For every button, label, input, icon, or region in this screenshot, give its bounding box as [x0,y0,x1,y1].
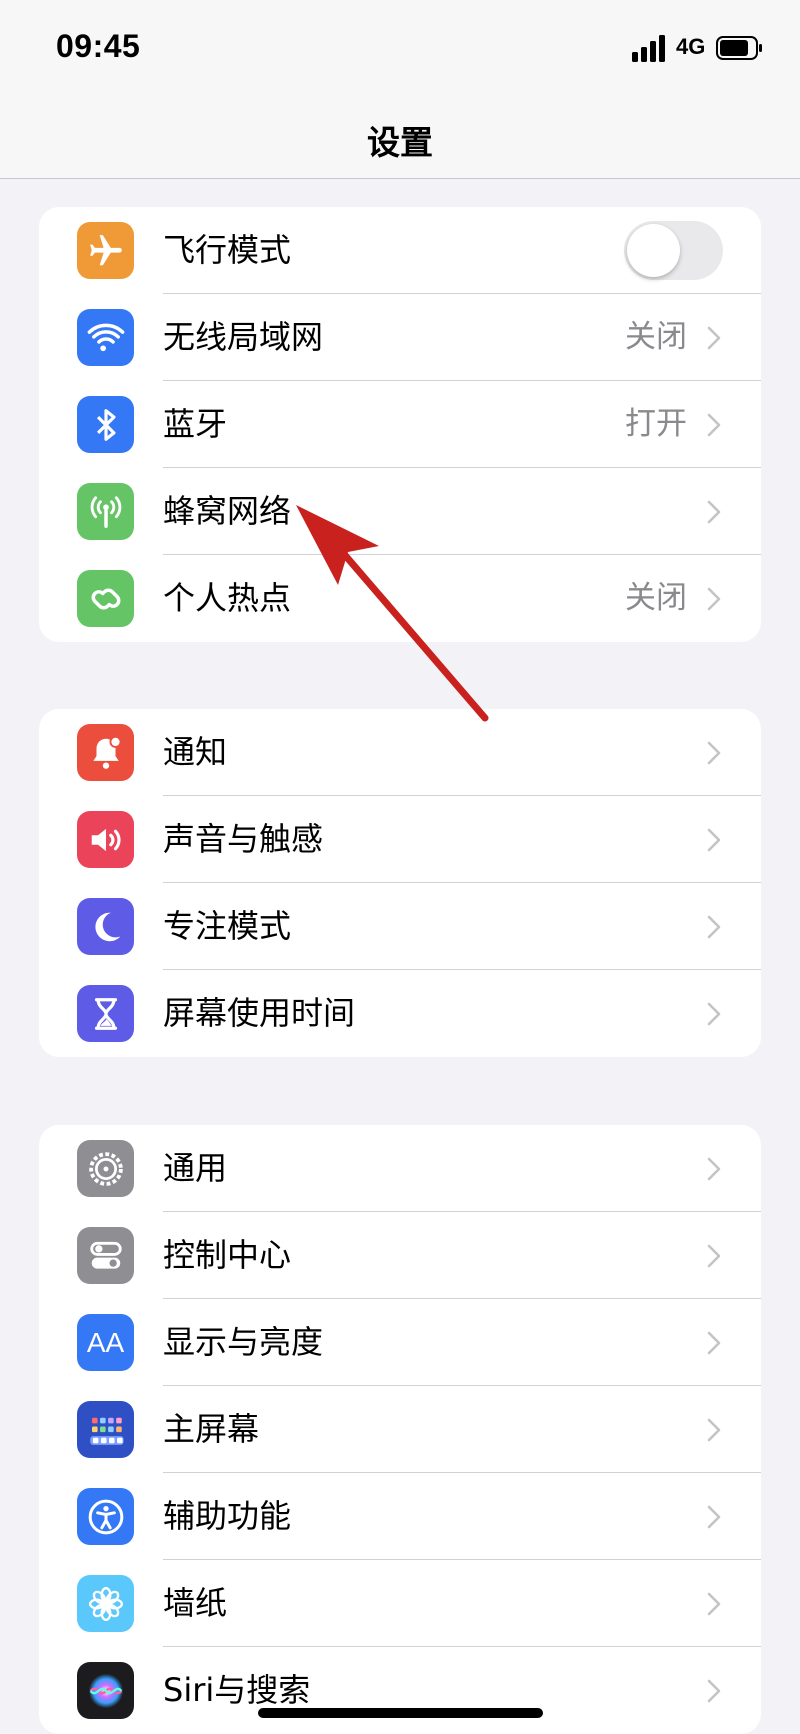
text-size-glyph: AA [86,1326,125,1358]
home-screen-grid-icon [77,1401,134,1458]
settings-group-connectivity: 飞行模式 无线局域网 关闭 蓝牙 打开 蜂窝网络 个人热点 关闭 [39,207,761,642]
chevron-right-icon [707,326,721,350]
chevron-right-icon [707,1002,721,1026]
chevron-right-icon [707,915,721,939]
row-label: 无线局域网 [163,318,324,356]
settings-row-bluetooth[interactable]: 蓝牙 打开 [39,381,761,468]
row-label: 声音与触感 [163,820,324,858]
chevron-right-icon [707,1331,721,1355]
row-label: Siri与搜索 [163,1671,311,1709]
settings-row-screen-time[interactable]: 屏幕使用时间 [39,970,761,1057]
chevron-right-icon [707,828,721,852]
cellular-signal-icon [632,35,665,62]
chevron-right-icon [707,1157,721,1181]
chevron-right-icon [707,1418,721,1442]
siri-icon [77,1662,134,1719]
airplane-icon [77,222,134,279]
row-label: 墙纸 [163,1584,228,1622]
row-label: 控制中心 [163,1236,292,1274]
row-label: 专注模式 [163,907,292,945]
status-bar: 09:45 4G [0,0,800,100]
row-value: 关闭 [625,580,687,616]
chevron-right-icon [707,500,721,524]
row-label: 显示与亮度 [163,1323,324,1361]
settings-row-airplane-mode[interactable]: 飞行模式 [39,207,761,294]
toggles-icon [77,1227,134,1284]
settings-row-cellular[interactable]: 蜂窝网络 [39,468,761,555]
chevron-right-icon [707,587,721,611]
settings-row-home-screen[interactable]: 主屏幕 [39,1386,761,1473]
hotspot-icon [77,570,134,627]
settings-group-notifications: 通知 声音与触感 专注模式 屏幕使用时间 [39,709,761,1057]
row-label: 辅助功能 [163,1497,292,1535]
chevron-right-icon [707,413,721,437]
antenna-icon [77,483,134,540]
home-indicator[interactable] [258,1708,543,1718]
accessibility-icon [77,1488,134,1545]
settings-row-wallpaper[interactable]: 墙纸 [39,1560,761,1647]
settings-row-personal-hotspot[interactable]: 个人热点 关闭 [39,555,761,642]
settings-row-focus[interactable]: 专注模式 [39,883,761,970]
page-title: 设置 [367,123,433,162]
row-label: 蜂窝网络 [163,492,292,530]
row-label: 飞行模式 [163,231,292,269]
chevron-right-icon [707,1592,721,1616]
airplane-mode-toggle[interactable] [624,221,723,280]
row-label: 个人热点 [163,579,292,617]
row-label: 蓝牙 [163,405,228,443]
settings-row-accessibility[interactable]: 辅助功能 [39,1473,761,1560]
wifi-icon [77,309,134,366]
status-time: 09:45 [56,28,141,64]
gear-icon [77,1140,134,1197]
settings-group-general: 通用 控制中心 AA 显示与亮度 主屏幕 辅助功能 墙纸 Siri与搜索 [39,1125,761,1734]
row-value: 打开 [625,406,687,442]
settings-row-wifi[interactable]: 无线局域网 关闭 [39,294,761,381]
bluetooth-icon [77,396,134,453]
row-label: 通知 [163,733,228,771]
chevron-right-icon [707,1505,721,1529]
flower-icon [77,1575,134,1632]
settings-row-control-center[interactable]: 控制中心 [39,1212,761,1299]
moon-icon [77,898,134,955]
chevron-right-icon [707,741,721,765]
settings-row-display-brightness[interactable]: AA 显示与亮度 [39,1299,761,1386]
network-type: 4G [676,34,706,59]
text-size-icon: AA [77,1314,134,1371]
hourglass-icon [77,985,134,1042]
speaker-icon [77,811,134,868]
row-label: 主屏幕 [163,1410,260,1448]
row-value: 关闭 [625,319,687,355]
toggle-knob [627,224,680,277]
notification-bell-icon [77,724,134,781]
row-label: 通用 [163,1149,228,1187]
settings-row-sounds[interactable]: 声音与触感 [39,796,761,883]
settings-row-siri-search[interactable]: Siri与搜索 [39,1647,761,1734]
battery-icon [716,36,762,60]
settings-row-notifications[interactable]: 通知 [39,709,761,796]
chevron-right-icon [707,1679,721,1703]
row-label: 屏幕使用时间 [163,994,356,1032]
settings-row-general[interactable]: 通用 [39,1125,761,1212]
chevron-right-icon [707,1244,721,1268]
